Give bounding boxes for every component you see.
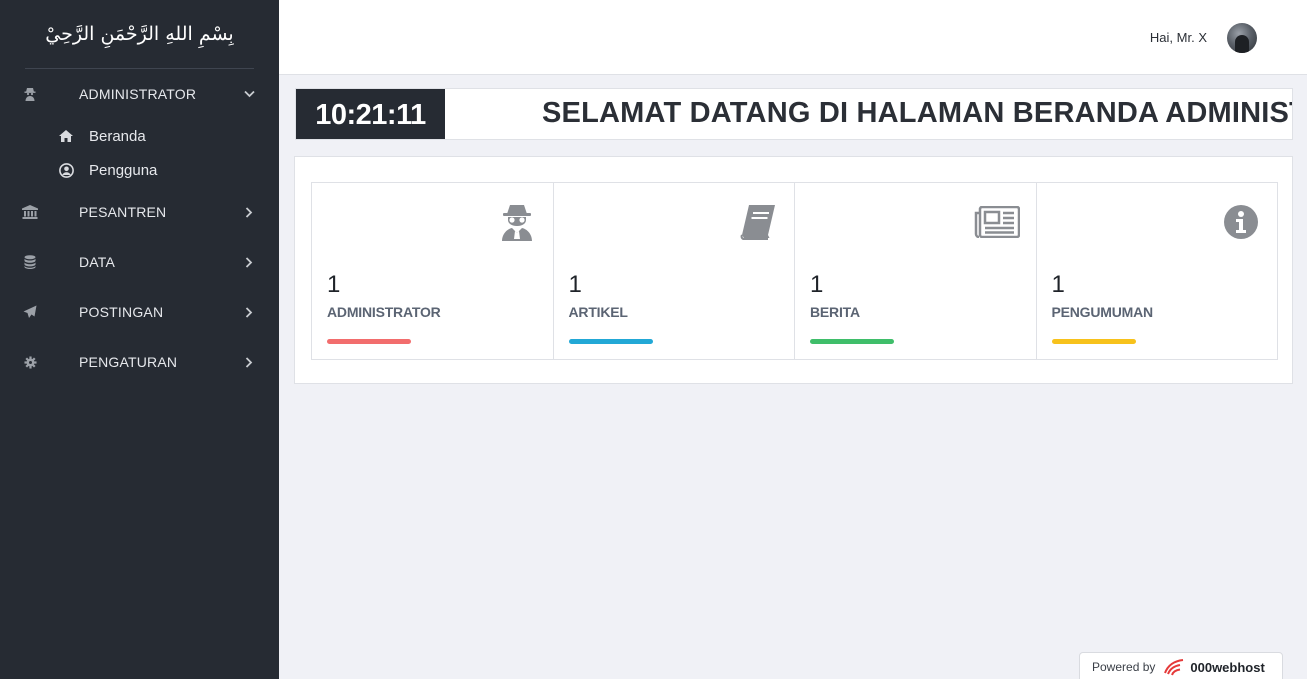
stats-panel: 1 ADMINISTRATOR 1 ARTIKEL 1 BERITA 1 PEN… bbox=[294, 156, 1293, 384]
chevron-right-icon bbox=[243, 256, 255, 268]
welcome-message: SELAMAT DATANG DI HALAMAN BERANDA ADMINI… bbox=[542, 97, 1292, 129]
user-circle-icon bbox=[58, 162, 74, 178]
sidebar-item-administrator[interactable]: ADMINISTRATOR bbox=[0, 69, 279, 119]
sidebar: بِسْمِ اللهِ الرَّحْمَنِ الرَّحِيْ ADMIN… bbox=[0, 0, 279, 679]
stat-label: PENGUMUMAN bbox=[1051, 304, 1154, 320]
avatar[interactable] bbox=[1227, 23, 1257, 53]
info-circle-icon bbox=[1222, 203, 1260, 241]
sidebar-brand: بِسْمِ اللهِ الرَّحْمَنِ الرَّحِيْ bbox=[45, 23, 234, 45]
database-icon bbox=[22, 254, 38, 270]
welcome-bar: 10:21:11 SELAMAT DATANG DI HALAMAN BERAN… bbox=[295, 88, 1293, 140]
stat-accent-bar bbox=[1051, 339, 1136, 344]
chevron-right-icon bbox=[243, 206, 255, 218]
sidebar-item-postingan[interactable]: POSTINGAN bbox=[0, 287, 279, 337]
clock: 10:21:11 bbox=[296, 89, 445, 139]
sidebar-subitem-beranda[interactable]: Beranda bbox=[0, 119, 279, 153]
stat-accent-bar bbox=[327, 339, 411, 344]
stat-card-artikel: 1 ARTIKEL bbox=[554, 183, 795, 359]
stat-count: 1 bbox=[327, 271, 341, 298]
administrator-submenu: Beranda Pengguna bbox=[0, 119, 279, 187]
stat-count: 1 bbox=[568, 271, 582, 298]
stat-label: ADMINISTRATOR bbox=[327, 304, 441, 320]
stat-count: 1 bbox=[810, 271, 824, 298]
stat-label: BERITA bbox=[810, 304, 860, 320]
sidebar-item-label: DATA bbox=[79, 254, 116, 270]
topbar: Hai, Mr. X bbox=[279, 0, 1307, 75]
sidebar-subitem-label: Pengguna bbox=[89, 161, 158, 179]
user-greeting[interactable]: Hai, Mr. X bbox=[1150, 30, 1207, 45]
paper-plane-icon bbox=[22, 304, 38, 320]
powered-label: Powered by bbox=[1092, 660, 1156, 674]
book-icon bbox=[739, 203, 777, 241]
sidebar-subitem-label: Beranda bbox=[89, 127, 146, 145]
stat-label: ARTIKEL bbox=[568, 304, 628, 320]
stats-cards: 1 ADMINISTRATOR 1 ARTIKEL 1 BERITA 1 PEN… bbox=[311, 182, 1278, 360]
sidebar-item-pengaturan[interactable]: PENGATURAN bbox=[0, 337, 279, 387]
sidebar-subitem-pengguna[interactable]: Pengguna bbox=[0, 153, 279, 187]
webhost-logo-icon bbox=[1162, 658, 1186, 676]
stat-card-pengumuman: 1 PENGUMUMAN bbox=[1037, 183, 1278, 359]
gear-icon bbox=[22, 354, 38, 370]
chevron-down-icon bbox=[243, 88, 255, 100]
sidebar-item-label: PESANTREN bbox=[79, 204, 167, 220]
stat-accent-bar bbox=[810, 339, 894, 344]
powered-brand: 000webhost bbox=[1190, 659, 1265, 675]
sidebar-item-label: ADMINISTRATOR bbox=[79, 86, 197, 102]
stat-accent-bar bbox=[568, 339, 653, 344]
user-secret-icon bbox=[22, 86, 38, 102]
sidebar-item-label: POSTINGAN bbox=[79, 304, 164, 320]
sidebar-item-data[interactable]: DATA bbox=[0, 237, 279, 287]
newspaper-icon bbox=[973, 203, 1021, 241]
sidebar-item-pesantren[interactable]: PESANTREN bbox=[0, 187, 279, 237]
chevron-right-icon bbox=[243, 356, 255, 368]
sidebar-item-label: PENGATURAN bbox=[79, 354, 178, 370]
powered-by-badge[interactable]: Powered by 000webhost bbox=[1079, 652, 1283, 679]
institution-icon bbox=[22, 204, 38, 220]
chevron-right-icon bbox=[243, 306, 255, 318]
home-icon bbox=[58, 128, 74, 144]
stat-count: 1 bbox=[1051, 271, 1065, 298]
sidebar-menu: ADMINISTRATOR Beranda Pengguna PESANTREN… bbox=[0, 69, 279, 387]
user-secret-icon bbox=[498, 203, 536, 241]
stat-card-administrator: 1 ADMINISTRATOR bbox=[312, 183, 554, 359]
stat-card-berita: 1 BERITA bbox=[795, 183, 1037, 359]
